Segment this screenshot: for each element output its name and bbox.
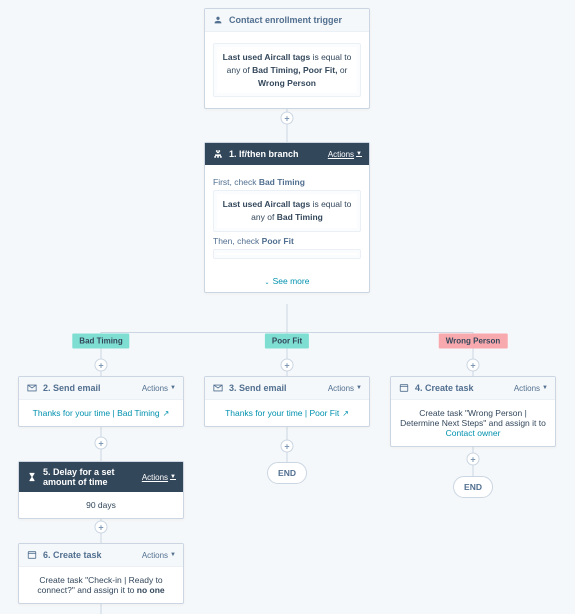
chevron-down-icon: ▼ (170, 385, 176, 391)
contact-owner-link[interactable]: Contact owner (446, 428, 501, 438)
actions-dropdown[interactable]: Actions▼ (142, 551, 176, 560)
external-link-icon: ↗ (342, 409, 349, 418)
chevron-down-icon: ▼ (356, 151, 362, 157)
step-5-card[interactable]: 5. Delay for a set amount of time Action… (18, 461, 184, 519)
then-check-label: Then, check Poor Fit (213, 236, 361, 246)
step-title: 2. Send email (43, 383, 142, 393)
add-step-button[interactable]: + (467, 453, 480, 466)
step-3-card[interactable]: 3. Send email Actions▼ Thanks for your t… (204, 376, 370, 427)
end-node: END (267, 462, 307, 484)
email-icon (26, 382, 38, 394)
external-link-icon: ↗ (163, 409, 170, 418)
task-icon (398, 382, 410, 394)
branch-label-poor-fit: Poor Fit (265, 334, 309, 349)
contact-icon (212, 14, 224, 26)
step-4-card[interactable]: 4. Create task Actions▼ Create task "Wro… (390, 376, 556, 447)
actions-dropdown[interactable]: Actions▼ (328, 150, 362, 159)
branch-label-bad-timing: Bad Timing (72, 334, 129, 349)
branch-card[interactable]: 1. If/then branch Actions▼ First, check … (204, 142, 370, 293)
chevron-down-icon: ▼ (356, 385, 362, 391)
chevron-down-icon: ▼ (170, 552, 176, 558)
chevron-down-icon: ▼ (542, 385, 548, 391)
chevron-down-icon: ⌄ (265, 280, 270, 286)
trigger-condition: Last used Aircall tags is equal to any o… (213, 43, 361, 97)
step-title: 6. Create task (43, 550, 142, 560)
step-title: 5. Delay for a set amount of time (43, 467, 142, 487)
branch-title: 1. If/then branch (229, 149, 328, 159)
email-icon (212, 382, 224, 394)
task-body: Create task "Check-in | Ready to connect… (19, 567, 183, 603)
see-more-button[interactable]: ⌄See more (205, 270, 369, 292)
step-6-card[interactable]: 6. Create task Actions▼ Create task "Che… (18, 543, 184, 604)
add-step-button[interactable]: + (95, 437, 108, 450)
add-step-button[interactable]: + (95, 359, 108, 372)
step-title: 3. Send email (229, 383, 328, 393)
delay-body: 90 days (19, 492, 183, 518)
chevron-down-icon: ▼ (170, 474, 176, 480)
delay-icon (26, 471, 38, 483)
add-step-button[interactable]: + (281, 112, 294, 125)
email-link[interactable]: Thanks for your time | Bad Timing (33, 408, 160, 418)
branch-condition-1: Last used Aircall tags is equal to any o… (213, 190, 361, 232)
step-title: 4. Create task (415, 383, 514, 393)
task-icon (26, 549, 38, 561)
branch-icon (212, 148, 224, 160)
add-step-button[interactable]: + (281, 359, 294, 372)
add-step-button[interactable]: + (467, 359, 480, 372)
trigger-title: Contact enrollment trigger (229, 15, 362, 25)
end-node: END (453, 476, 493, 498)
actions-dropdown[interactable]: Actions▼ (328, 384, 362, 393)
branch-label-wrong-person: Wrong Person (439, 334, 508, 349)
add-step-button[interactable]: + (95, 521, 108, 534)
actions-dropdown[interactable]: Actions▼ (142, 473, 176, 482)
add-step-button[interactable]: + (281, 440, 294, 453)
first-check-label: First, check Bad Timing (213, 177, 361, 187)
trigger-card[interactable]: Contact enrollment trigger Last used Air… (204, 8, 370, 109)
task-body: Create task "Wrong Person | Determine Ne… (391, 400, 555, 446)
branch-condition-2 (213, 249, 361, 259)
actions-dropdown[interactable]: Actions▼ (142, 384, 176, 393)
step-2-card[interactable]: 2. Send email Actions▼ Thanks for your t… (18, 376, 184, 427)
email-link[interactable]: Thanks for your time | Poor Fit (225, 408, 339, 418)
actions-dropdown[interactable]: Actions▼ (514, 384, 548, 393)
